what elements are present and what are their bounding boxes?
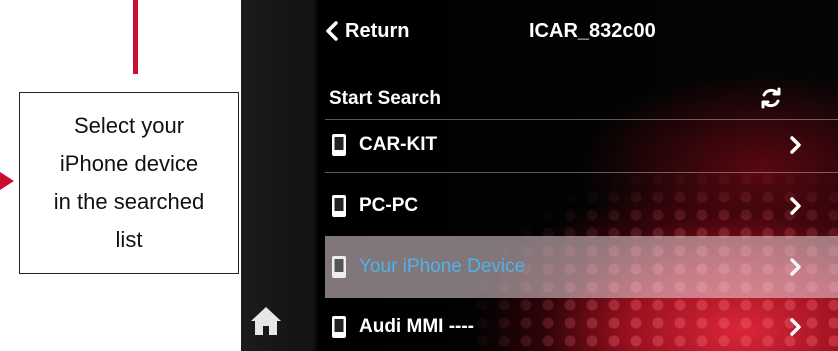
phone-icon xyxy=(332,256,346,278)
phone-icon xyxy=(332,316,346,338)
chevron-right-icon xyxy=(790,136,801,154)
instruction-line: iPhone device xyxy=(59,151,199,176)
header-bar: Return ICAR_832c00 xyxy=(325,14,835,48)
return-label: Return xyxy=(345,20,410,42)
device-name-title: ICAR_832c00 xyxy=(529,20,656,42)
instruction-text: Select your iPhone device in the searche… xyxy=(54,107,204,259)
chevron-left-icon xyxy=(326,21,338,41)
phone-icon xyxy=(332,195,346,217)
chevron-right-icon xyxy=(790,197,801,215)
return-button[interactable]: Return xyxy=(325,14,409,48)
device-item-car-kit[interactable]: CAR-KIT xyxy=(325,118,838,172)
start-search-label: Start Search xyxy=(329,88,441,109)
divider xyxy=(325,172,838,173)
home-icon[interactable] xyxy=(249,304,283,338)
car-display: Return ICAR_832c00 Start Search CAR-KIT … xyxy=(241,0,838,351)
chevron-right-icon xyxy=(790,318,801,336)
instruction-line: in the searched xyxy=(53,189,205,214)
callout-line xyxy=(133,0,138,74)
device-label: Audi MMI ---- xyxy=(359,316,475,337)
device-item-audi-mmi[interactable]: Audi MMI ---- xyxy=(325,300,838,351)
device-label: Your iPhone Device xyxy=(359,256,526,277)
device-item-your-iphone[interactable]: Your iPhone Device xyxy=(325,236,838,298)
phone-icon xyxy=(332,134,346,156)
device-label: CAR-KIT xyxy=(359,134,438,155)
instruction-line: Select your xyxy=(73,113,185,138)
callout-arrow xyxy=(0,172,14,190)
side-panel xyxy=(241,0,321,351)
instruction-callout: Select your iPhone device in the searche… xyxy=(19,92,239,274)
instruction-line: list xyxy=(115,227,143,252)
device-label: PC-PC xyxy=(359,195,419,216)
chevron-right-icon xyxy=(790,258,801,276)
device-item-pc-pc[interactable]: PC-PC xyxy=(325,179,838,233)
refresh-icon[interactable] xyxy=(759,86,783,110)
